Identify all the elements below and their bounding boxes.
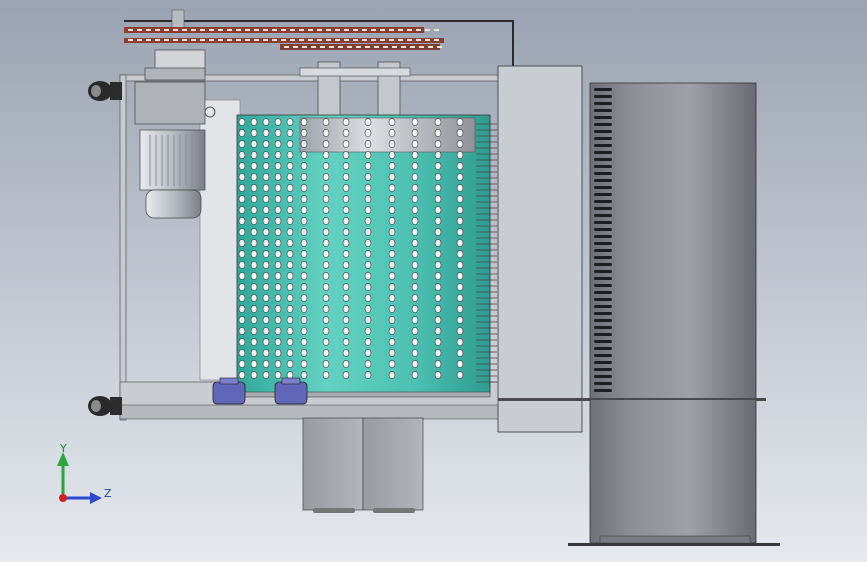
collection-bin <box>568 82 780 546</box>
cad-viewport[interactable]: Y Z <box>0 0 867 562</box>
roller-left <box>212 377 246 405</box>
drive-shafts <box>299 61 411 118</box>
roller-right <box>274 377 308 405</box>
triad-z-label: Z <box>104 487 112 500</box>
outlet-hoppers <box>302 417 424 513</box>
triad-y-label: Y <box>59 442 67 455</box>
caster-bottom <box>88 396 122 416</box>
orientation-triad: Y Z <box>57 442 112 504</box>
perforated-drum <box>236 114 497 398</box>
caster-top <box>88 81 122 101</box>
triad-z-arrow <box>90 492 102 504</box>
triad-origin <box>59 494 67 502</box>
